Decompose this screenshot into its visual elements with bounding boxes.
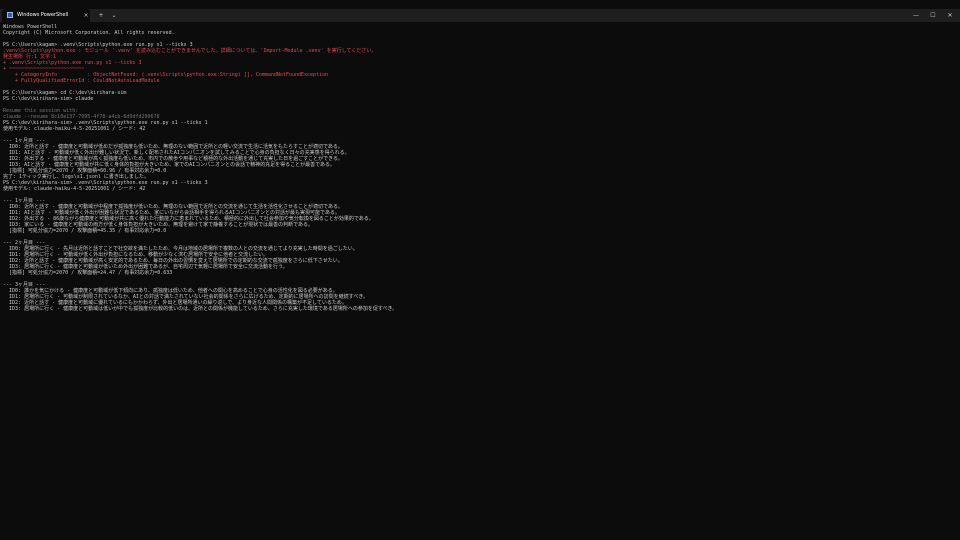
tab-close-button[interactable]: × [82,9,90,22]
terminal-line: ID3: 居場所に行く - 健康度と可動域は低いが中でも孤独度が比較的低いのは、… [3,306,398,312]
minimize-button[interactable]: — [910,9,922,22]
terminal-output[interactable]: Windows PowerShell Copyright (C) Microsof… [3,24,953,534]
tab-windows-powershell[interactable]: Windows PowerShell × [2,9,90,22]
powershell-icon [7,12,13,18]
powershell-window: Windows PowerShell × + ⌄ — ☐ ✕ Windows P… [0,9,960,540]
close-button[interactable]: ✕ [944,9,956,22]
tab-dropdown-button[interactable]: ⌄ [108,9,120,22]
title-bar: Windows PowerShell × + ⌄ — ☐ ✕ [0,9,960,22]
tab-title: Windows PowerShell [17,12,69,18]
maximize-button[interactable]: ☐ [927,9,939,22]
new-tab-button[interactable]: + [95,9,107,22]
